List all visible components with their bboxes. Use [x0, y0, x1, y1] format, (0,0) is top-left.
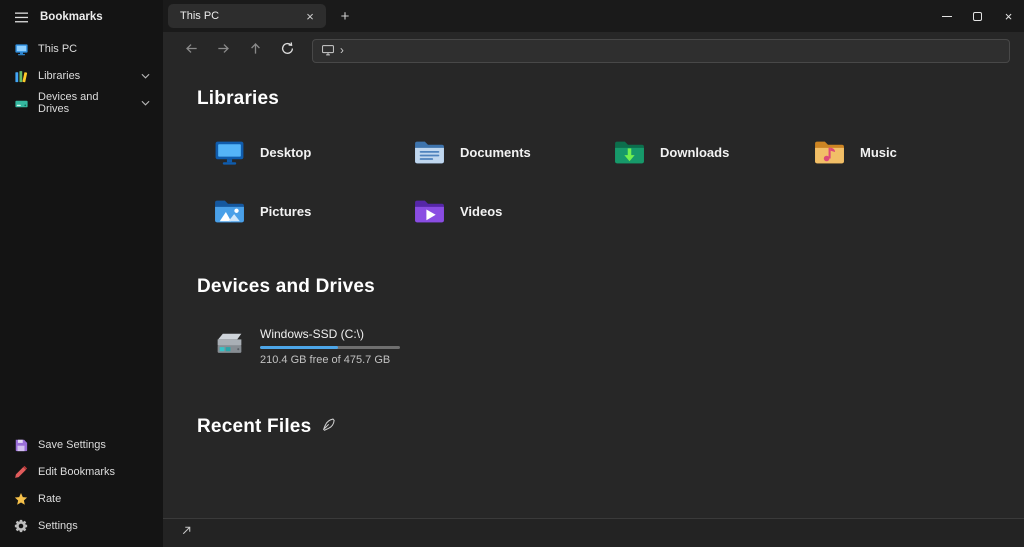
drive-name: Windows-SSD (C:\) [260, 327, 400, 341]
recent-files-title-text: Recent Files [197, 416, 311, 438]
library-item-videos[interactable]: Videos [409, 193, 506, 230]
tab-title: This PC [180, 10, 301, 22]
footer-item-label: Settings [38, 520, 78, 532]
minimize-icon [942, 16, 952, 17]
up-arrow-icon [248, 41, 263, 61]
new-tab-button[interactable]: + [332, 4, 358, 28]
gear-icon [13, 518, 29, 534]
drive-item-windows-ssd[interactable]: Windows-SSD (C:\) 210.4 GB free of 475.7… [209, 324, 404, 368]
sidebar-item-libraries[interactable]: Libraries [4, 63, 159, 89]
back-arrow-icon [184, 41, 199, 61]
drive-icon [13, 95, 29, 111]
tab-close-icon[interactable]: × [301, 7, 319, 25]
quill-icon [321, 416, 336, 438]
pictures-folder-icon [213, 195, 246, 228]
back-button[interactable] [178, 38, 204, 64]
downloads-folder-icon [613, 136, 646, 169]
footer-item-label: Rate [38, 493, 61, 505]
sidebar-item-label: Devices and Drives [38, 91, 132, 115]
videos-folder-icon [413, 195, 446, 228]
main-panel: This PC × + × [163, 0, 1024, 547]
file-manager-window: Bookmarks This PC Libraries [0, 0, 1024, 547]
monitor-icon [321, 43, 335, 60]
sidebar-item-devices-and-drives[interactable]: Devices and Drives [4, 90, 159, 116]
library-item-desktop[interactable]: Desktop [209, 134, 315, 171]
desktop-folder-icon [213, 136, 246, 169]
documents-folder-icon [413, 136, 446, 169]
library-item-label: Documents [460, 145, 531, 160]
sidebar-footer: Save Settings Edit Bookmarks Rate Settin… [0, 430, 163, 547]
monitor-icon [13, 41, 29, 57]
devices-section-title: Devices and Drives [197, 276, 1024, 298]
pencil-icon [13, 464, 29, 480]
sidebar: Bookmarks This PC Libraries [0, 0, 163, 547]
library-item-music[interactable]: Music [809, 134, 901, 171]
library-item-downloads[interactable]: Downloads [609, 134, 733, 171]
sidebar-item-label: Libraries [38, 70, 80, 82]
edit-bookmarks-button[interactable]: Edit Bookmarks [4, 459, 159, 485]
navigation-toolbar: › [163, 32, 1024, 70]
recent-files-section-title: Recent Files [197, 416, 1024, 438]
expand-pane-button[interactable] [175, 522, 197, 544]
sidebar-nav: This PC Libraries Devices and Drives [0, 34, 163, 118]
diagonal-arrow-icon [180, 524, 193, 542]
minimize-button[interactable] [931, 0, 962, 32]
drive-info: Windows-SSD (C:\) 210.4 GB free of 475.7… [260, 326, 400, 366]
forward-button[interactable] [210, 38, 236, 64]
close-button[interactable]: × [993, 0, 1024, 32]
library-item-label: Music [860, 145, 897, 160]
content-area: Libraries Desktop Documents [163, 70, 1024, 518]
chevron-down-icon[interactable] [141, 73, 150, 79]
forward-arrow-icon [216, 41, 231, 61]
drive-capacity-text: 210.4 GB free of 475.7 GB [260, 354, 400, 366]
save-settings-button[interactable]: Save Settings [4, 432, 159, 458]
refresh-icon [280, 41, 295, 61]
library-item-pictures[interactable]: Pictures [209, 193, 315, 230]
star-icon [13, 491, 29, 507]
drive-usage-bar [260, 346, 400, 349]
rate-button[interactable]: Rate [4, 486, 159, 512]
save-icon [13, 437, 29, 453]
chevron-down-icon[interactable] [141, 100, 150, 106]
maximize-icon [973, 12, 982, 21]
up-button[interactable] [242, 38, 268, 64]
tab-bar: This PC × + × [163, 0, 1024, 32]
footer-item-label: Edit Bookmarks [38, 466, 115, 478]
library-item-label: Desktop [260, 145, 311, 160]
library-item-label: Downloads [660, 145, 729, 160]
footer-item-label: Save Settings [38, 439, 106, 451]
status-bar [163, 518, 1024, 547]
tab-this-pc[interactable]: This PC × [168, 4, 326, 28]
sidebar-header: Bookmarks [0, 0, 163, 34]
refresh-button[interactable] [274, 38, 300, 64]
hard-drive-icon [213, 326, 246, 359]
libraries-icon [13, 68, 29, 84]
libraries-section-title: Libraries [197, 88, 1024, 110]
window-controls: × [931, 0, 1024, 32]
sidebar-item-this-pc[interactable]: This PC [4, 36, 159, 62]
drive-usage-fill [260, 346, 338, 349]
sidebar-item-label: This PC [38, 43, 77, 55]
library-item-label: Pictures [260, 204, 311, 219]
maximize-button[interactable] [962, 0, 993, 32]
breadcrumb-chevron: › [340, 45, 344, 57]
sidebar-title: Bookmarks [40, 11, 103, 23]
libraries-grid: Desktop Documents Downloads [209, 134, 1024, 230]
address-bar[interactable]: › [312, 39, 1010, 63]
library-item-label: Videos [460, 204, 502, 219]
hamburger-menu-icon[interactable] [13, 9, 29, 25]
library-item-documents[interactable]: Documents [409, 134, 535, 171]
music-folder-icon [813, 136, 846, 169]
settings-button[interactable]: Settings [4, 513, 159, 539]
